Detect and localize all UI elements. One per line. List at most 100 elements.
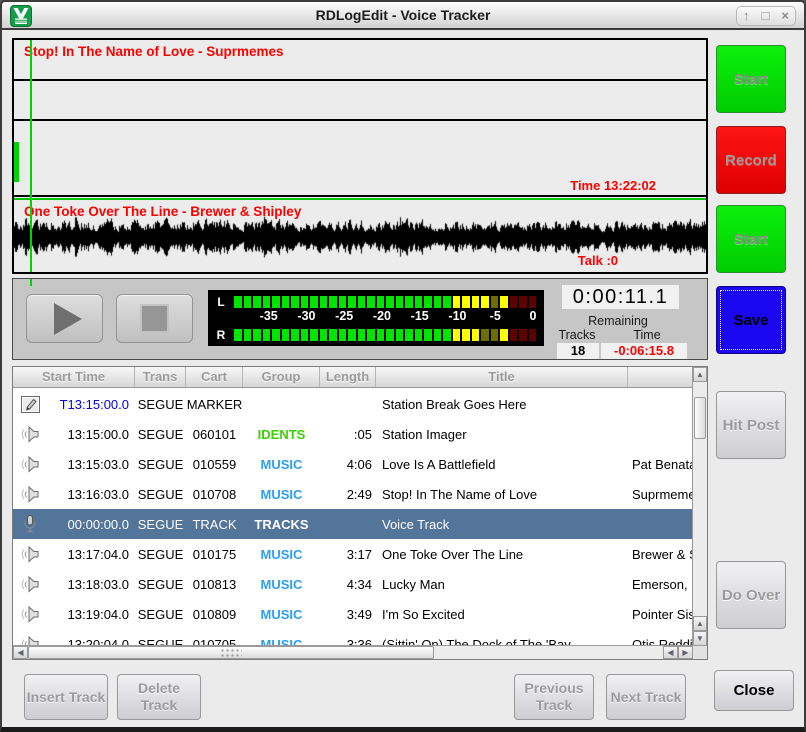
next-track-button[interactable]: Next Track — [606, 674, 686, 720]
microphone-icon — [24, 521, 36, 536]
speaker-icon — [20, 551, 40, 566]
transition-cell: SEGUE — [135, 427, 186, 442]
titlebar: RDLogEdit - Voice Tracker ↑ □ × — [2, 2, 804, 30]
horizontal-scroll-thumb[interactable] — [28, 646, 434, 659]
start-top-button[interactable]: Start — [716, 45, 786, 113]
header-start-time[interactable]: Start Time — [13, 367, 135, 387]
length-cell: 3:17 — [320, 547, 376, 562]
scroll-left-button[interactable]: ◀ — [13, 646, 28, 659]
remaining-label: Remaining — [542, 314, 694, 328]
speaker-icon — [20, 581, 40, 596]
cart-cell: 010809 — [186, 607, 243, 622]
shade-icon[interactable]: ↑ — [743, 7, 750, 25]
meter-right-bar — [234, 329, 536, 341]
artist-cell: Otis Redding — [628, 637, 694, 646]
log-row[interactable]: 13:16:03.0 SEGUE 010708 MUSIC 2:49 Stop!… — [13, 479, 694, 509]
scroll-up-button[interactable]: ▲ — [693, 367, 707, 382]
meter-segment — [272, 296, 280, 308]
close-button[interactable]: Close — [714, 670, 794, 711]
meter-scale-label: -35 — [260, 309, 278, 323]
header-length[interactable]: Length — [320, 367, 376, 387]
tracks-remaining-label: Tracks — [537, 328, 617, 342]
meter-segment — [519, 329, 527, 341]
transition-cell: SEGUE — [135, 577, 186, 592]
meter-segment — [291, 296, 299, 308]
speaker-icon — [20, 431, 40, 446]
meter-segment — [472, 296, 480, 308]
speaker-icon — [20, 611, 40, 626]
scroll-down-button[interactable]: ▼ — [693, 631, 707, 646]
header-cart[interactable]: Cart — [186, 367, 243, 387]
scroll-right-button[interactable]: ▶ — [678, 646, 693, 659]
log-row[interactable]: 13:18:03.0 SEGUE 010813 MUSIC 4:34 Lucky… — [13, 569, 694, 599]
time-remaining-label: Time — [607, 328, 687, 342]
title-cell: Lucky Man — [376, 577, 628, 592]
meter-segment — [453, 296, 461, 308]
meter-segment — [415, 296, 423, 308]
length-cell: :05 — [320, 427, 376, 442]
start-time-cell: 13:15:00.0 — [47, 427, 135, 442]
title-cell: Love Is A Battlefield — [376, 457, 628, 472]
meter-segment — [348, 296, 356, 308]
voice-tracker-deck: Stop! In The Name of Love - Suprmemes Ti… — [12, 38, 708, 274]
stop-button[interactable] — [116, 294, 193, 343]
group-cell: TRACKS — [243, 517, 320, 532]
log-row[interactable]: 13:17:04.0 SEGUE 010175 MUSIC 3:17 One T… — [13, 539, 694, 569]
maximize-icon[interactable]: □ — [762, 7, 770, 25]
meter-scale-label: 0 — [529, 309, 536, 323]
meter-scale-label: -15 — [411, 309, 429, 323]
horizontal-scrollbar[interactable]: ◀ ◀ ▶ — [13, 645, 693, 659]
length-cell: 4:34 — [320, 577, 376, 592]
meter-segment — [367, 329, 375, 341]
note-icon — [21, 401, 40, 416]
meter-segment — [491, 296, 499, 308]
log-row[interactable]: 13:15:03.0 SEGUE 010559 MUSIC 4:06 Love … — [13, 449, 694, 479]
length-cell: 2:49 — [320, 487, 376, 502]
log-row[interactable]: 13:15:00.0 SEGUE 060101 IDENTS :05 Stati… — [13, 419, 694, 449]
meter-segment — [462, 296, 470, 308]
speaker-icon — [20, 491, 40, 506]
record-button[interactable]: Record — [716, 126, 786, 194]
log-row[interactable]: 13:19:04.0 SEGUE 010809 MUSIC 3:49 I'm S… — [13, 599, 694, 629]
meter-segment — [291, 329, 299, 341]
header-title[interactable]: Title — [376, 367, 628, 387]
title-cell: I'm So Excited — [376, 607, 628, 622]
start-bottom-button[interactable]: Start — [716, 205, 786, 273]
log-row[interactable]: 00:00:00.0 SEGUE TRACK TRACKS Voice Trac… — [13, 509, 694, 539]
header-group[interactable]: Group — [243, 367, 320, 387]
meter-segment — [519, 296, 527, 308]
meter-segment — [367, 296, 375, 308]
play-button[interactable] — [26, 294, 103, 343]
start-time-cell: 13:20:04.0 — [47, 637, 135, 646]
transition-cell: SEGUE — [135, 607, 186, 622]
scroll-up-button-2[interactable]: ▲ — [693, 616, 707, 631]
header-trans[interactable]: Trans — [135, 367, 186, 387]
log-row[interactable]: T13:15:00.0 SEGUE MARKER Station Break G… — [13, 389, 694, 419]
meter-segment — [272, 329, 280, 341]
meter-scale-label: -10 — [448, 309, 466, 323]
length-cell: 3:49 — [320, 607, 376, 622]
save-button[interactable]: Save — [716, 286, 786, 354]
cart-cell: 010813 — [186, 577, 243, 592]
insert-track-button[interactable]: Insert Track — [24, 674, 108, 720]
artist-cell: Brewer & Shipley — [628, 547, 694, 562]
window-controls: ↑ □ × — [736, 6, 796, 26]
group-cell: MUSIC — [243, 457, 320, 472]
scroll-left-button-2[interactable]: ◀ — [663, 646, 678, 659]
previous-track-button[interactable]: Previous Track — [514, 674, 594, 720]
meter-segment — [244, 296, 252, 308]
meter-segment — [386, 296, 394, 308]
vertical-scrollbar[interactable]: ▲ ▲ ▼ — [692, 367, 707, 646]
meter-segment — [339, 296, 347, 308]
meter-segment — [462, 329, 470, 341]
do-over-button[interactable]: Do Over — [716, 561, 786, 629]
hit-post-button[interactable]: Hit Post — [716, 391, 786, 459]
artist-cell: Pointer Sisters — [628, 607, 694, 622]
close-window-icon[interactable]: × — [781, 7, 789, 25]
vertical-scroll-thumb[interactable] — [694, 397, 706, 439]
meter-segment — [253, 296, 261, 308]
delete-track-button[interactable]: Delete Track — [117, 674, 201, 720]
log-row[interactable]: 13:20:04.0 SEGUE 010705 MUSIC 3:36 (Sitt… — [13, 629, 694, 645]
meter-segment — [263, 296, 271, 308]
meter-segment — [234, 296, 242, 308]
